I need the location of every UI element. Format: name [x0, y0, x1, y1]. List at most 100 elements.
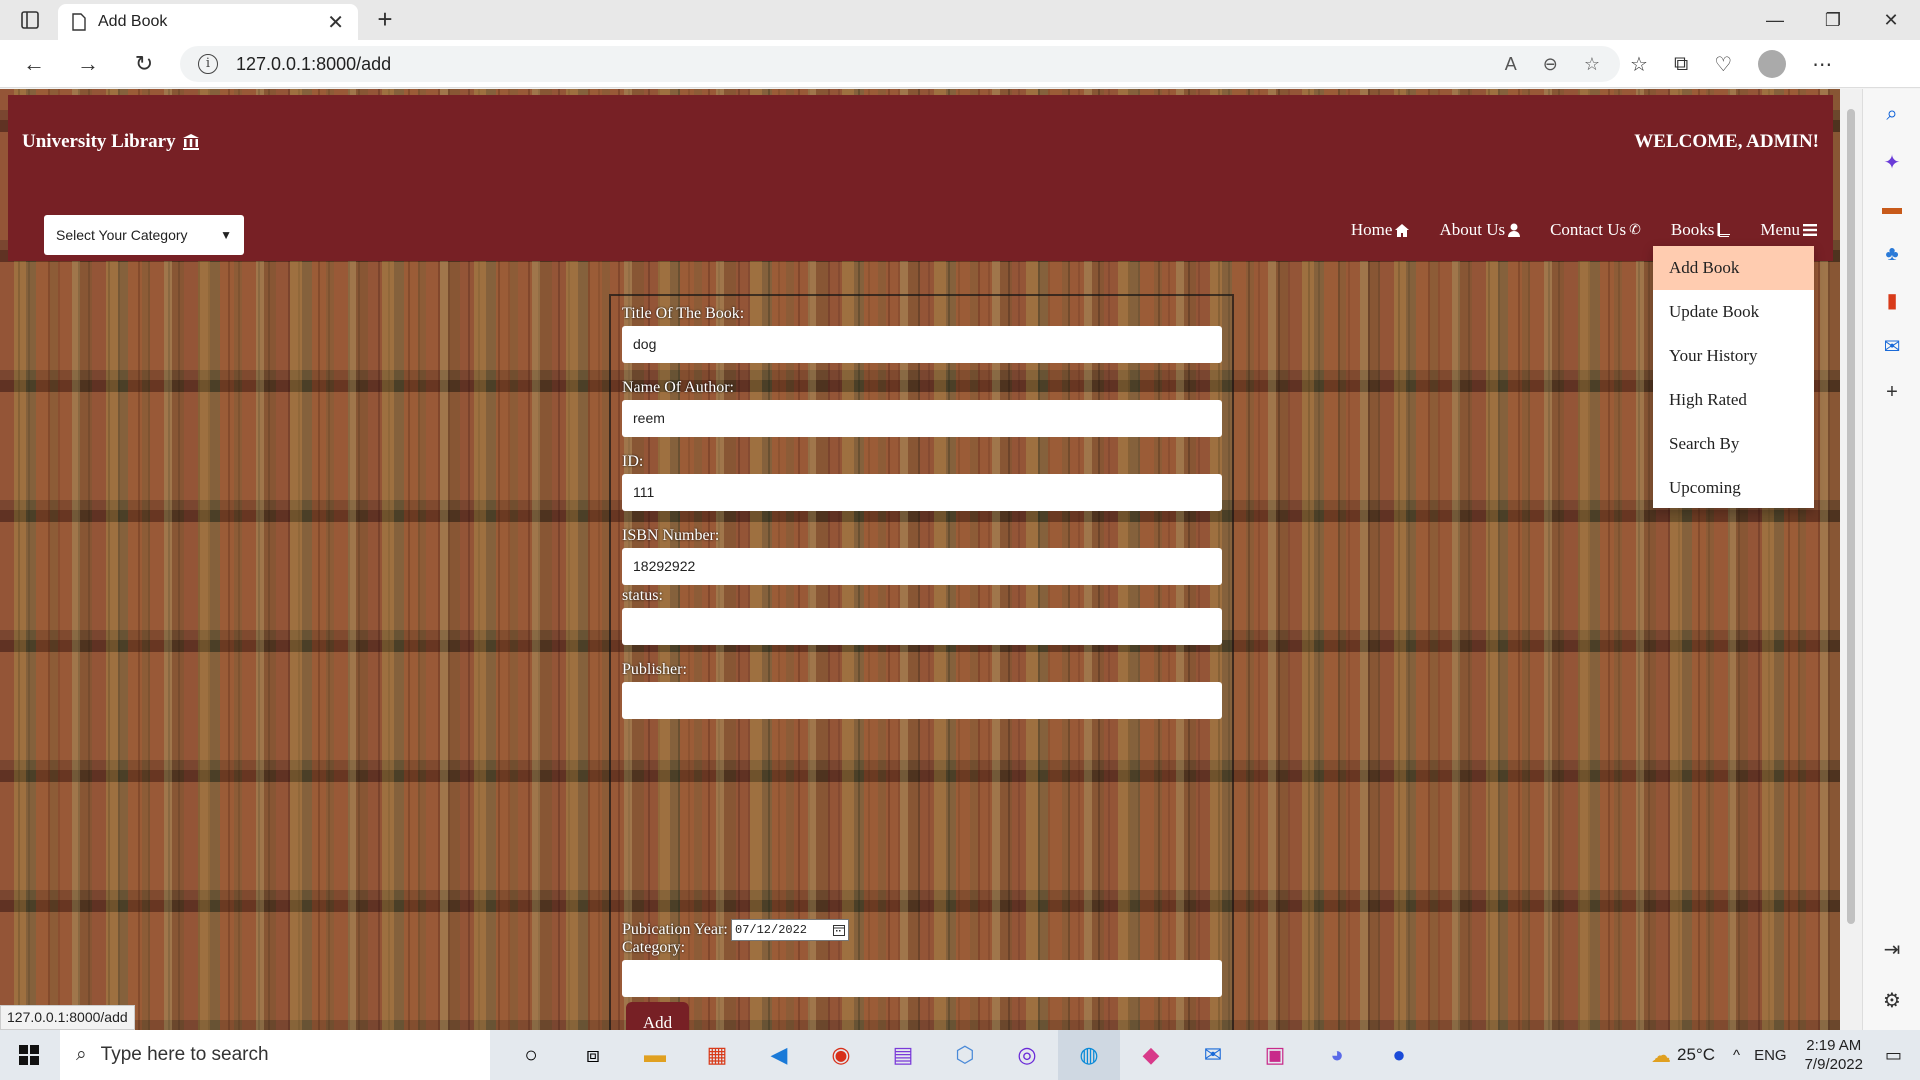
tools-icon[interactable]: ▬	[1879, 195, 1905, 221]
minimize-icon[interactable]: —	[1746, 0, 1804, 40]
search-icon: ⌕	[76, 1044, 87, 1065]
restore-icon[interactable]: ❐	[1804, 0, 1862, 40]
intellij-icon[interactable]: ▣	[1244, 1030, 1306, 1080]
page-viewport: University Library WELCOME, ADMIN! Selec…	[0, 89, 1840, 1030]
nav-about-us[interactable]: About Us	[1439, 220, 1521, 240]
taskbar-search-placeholder: Type here to search	[100, 1044, 269, 1065]
refresh-icon[interactable]: ↻	[128, 50, 160, 78]
zoom-out-icon[interactable]: ⊖	[1543, 54, 1558, 75]
weather-temperature[interactable]: 25°C	[1677, 1045, 1715, 1065]
search-icon[interactable]: ⌕	[1879, 101, 1905, 127]
category-input[interactable]	[622, 960, 1222, 997]
add-button[interactable]: Add	[626, 1002, 689, 1030]
chevron-up-icon[interactable]: ^	[1733, 1047, 1740, 1064]
language-indicator[interactable]: ENG	[1754, 1047, 1787, 1064]
menu-item-your-history[interactable]: Your History	[1653, 334, 1814, 378]
isbn-label: ISBN Number:	[622, 527, 720, 544]
info-icon[interactable]: i	[198, 54, 218, 74]
back-icon[interactable]: ←	[18, 50, 50, 78]
category-select[interactable]: Select Your Category ▼	[44, 215, 244, 255]
url-text[interactable]: 127.0.0.1:8000/add	[236, 54, 391, 75]
clock-date: 7/9/2022	[1804, 1056, 1863, 1073]
site-navbar: Select Your Category ▼ Home About Us Con…	[8, 199, 1833, 261]
user-icon	[1508, 223, 1521, 237]
hamburger-icon	[1803, 224, 1817, 236]
menu-item-upcoming[interactable]: Upcoming	[1653, 466, 1814, 510]
file-explorer-icon[interactable]: ▬	[624, 1030, 686, 1080]
menu-item-add-book[interactable]: Add Book	[1653, 246, 1814, 290]
virtualbox-icon[interactable]: ⬡	[934, 1030, 996, 1080]
isbn-input[interactable]: 18292922	[622, 548, 1222, 585]
mail-icon[interactable]: ✉	[1182, 1030, 1244, 1080]
store-icon[interactable]: ▦	[686, 1030, 748, 1080]
title-input[interactable]: dog	[622, 326, 1222, 363]
winrar-icon[interactable]: ▤	[872, 1030, 934, 1080]
forward-icon[interactable]: →	[72, 50, 104, 78]
welcome-message: WELCOME, ADMIN!	[1634, 131, 1819, 152]
add-icon[interactable]: +	[1879, 379, 1905, 405]
publication-year-value: 07/12/2022	[735, 923, 808, 937]
tab-actions-button[interactable]	[10, 6, 50, 34]
address-bar: ← → ↻ i 127.0.0.1:8000/add A ⊖ ☆ ☆ ⧉ ♡ ⋯	[0, 40, 1920, 88]
add-favorite-icon[interactable]: ☆	[1584, 54, 1600, 75]
collections-icon[interactable]: ⧉	[1674, 53, 1688, 76]
taskbar-search[interactable]: ⌕ Type here to search	[60, 1030, 490, 1080]
games-icon[interactable]: ♣	[1879, 241, 1905, 267]
title-label: Title Of The Book:	[622, 305, 745, 322]
menu-item-search-by[interactable]: Search By	[1653, 422, 1814, 466]
new-tab-button[interactable]: +	[370, 6, 400, 34]
clock[interactable]: 2:19 AM 7/9/2022	[1805, 1036, 1863, 1074]
publisher-label: Publisher:	[622, 661, 687, 678]
status-input[interactable]	[622, 608, 1222, 645]
window-controls: — ❐ ✕	[1746, 0, 1920, 40]
url-field[interactable]: i 127.0.0.1:8000/add A ⊖ ☆	[180, 46, 1620, 82]
author-input[interactable]: reem	[622, 400, 1222, 437]
calendar-icon[interactable]	[833, 924, 845, 936]
university-icon	[182, 134, 199, 150]
vscode-icon[interactable]: ◀	[748, 1030, 810, 1080]
nav-books[interactable]: Books	[1671, 220, 1731, 240]
home-icon	[1395, 223, 1410, 237]
read-aloud-icon[interactable]: A	[1505, 54, 1517, 75]
weather-icon[interactable]: ☁	[1651, 1043, 1671, 1068]
publication-year-input[interactable]: 07/12/2022	[731, 919, 849, 941]
menu-item-update-book[interactable]: Update Book	[1653, 290, 1814, 334]
word-icon[interactable]: ●	[1368, 1030, 1430, 1080]
task-view-icon[interactable]: ⧈	[562, 1030, 624, 1080]
id-input[interactable]: 111	[622, 474, 1222, 511]
browser-tab[interactable]: Add Book ✕	[58, 4, 358, 40]
office-icon[interactable]: ▮	[1879, 287, 1905, 313]
profile-avatar[interactable]	[1758, 50, 1787, 78]
publisher-input[interactable]	[622, 682, 1222, 719]
page-scrollbar[interactable]	[1840, 89, 1862, 1030]
nav-home[interactable]: Home	[1351, 220, 1410, 240]
browser-essentials-icon[interactable]: ♡	[1714, 52, 1732, 77]
add-book-form: Title Of The Book: dog Name Of Author: r…	[609, 294, 1234, 1030]
nav-about-label: About Us	[1439, 220, 1506, 239]
hide-sidebar-icon[interactable]: ⇥	[1879, 936, 1905, 962]
paint-icon[interactable]: ◆	[1120, 1030, 1182, 1080]
settings-icon[interactable]: ⚙	[1879, 987, 1905, 1013]
close-window-icon[interactable]: ✕	[1862, 0, 1920, 40]
copilot-icon[interactable]: ✦	[1879, 149, 1905, 175]
chrome-icon[interactable]: ◉	[810, 1030, 872, 1080]
favorites-icon[interactable]: ☆	[1630, 52, 1648, 77]
start-button[interactable]	[0, 1030, 58, 1080]
edge-icon[interactable]: ◍	[1058, 1030, 1120, 1080]
windows-icon	[19, 1045, 39, 1065]
status-label: status:	[622, 587, 663, 604]
notifications-icon[interactable]: ▭	[1885, 1045, 1902, 1066]
scrollbar-thumb[interactable]	[1847, 109, 1855, 924]
outlook-icon[interactable]: ✉	[1879, 333, 1905, 359]
site-title[interactable]: University Library	[22, 131, 200, 153]
github-desktop-icon[interactable]: ◎	[996, 1030, 1058, 1080]
clock-time: 2:19 AM	[1806, 1037, 1862, 1054]
menu-item-high-rated[interactable]: High Rated	[1653, 378, 1814, 422]
close-tab-icon[interactable]: ✕	[327, 10, 344, 35]
more-options-icon[interactable]: ⋯	[1812, 52, 1832, 77]
cortana-icon[interactable]: ○	[500, 1030, 562, 1080]
nav-contact-us[interactable]: Contact Us ✆	[1550, 220, 1641, 240]
discord-icon[interactable]: ◕	[1306, 1030, 1368, 1080]
author-label: Name Of Author:	[622, 379, 734, 396]
nav-menu[interactable]: Menu	[1760, 220, 1817, 240]
